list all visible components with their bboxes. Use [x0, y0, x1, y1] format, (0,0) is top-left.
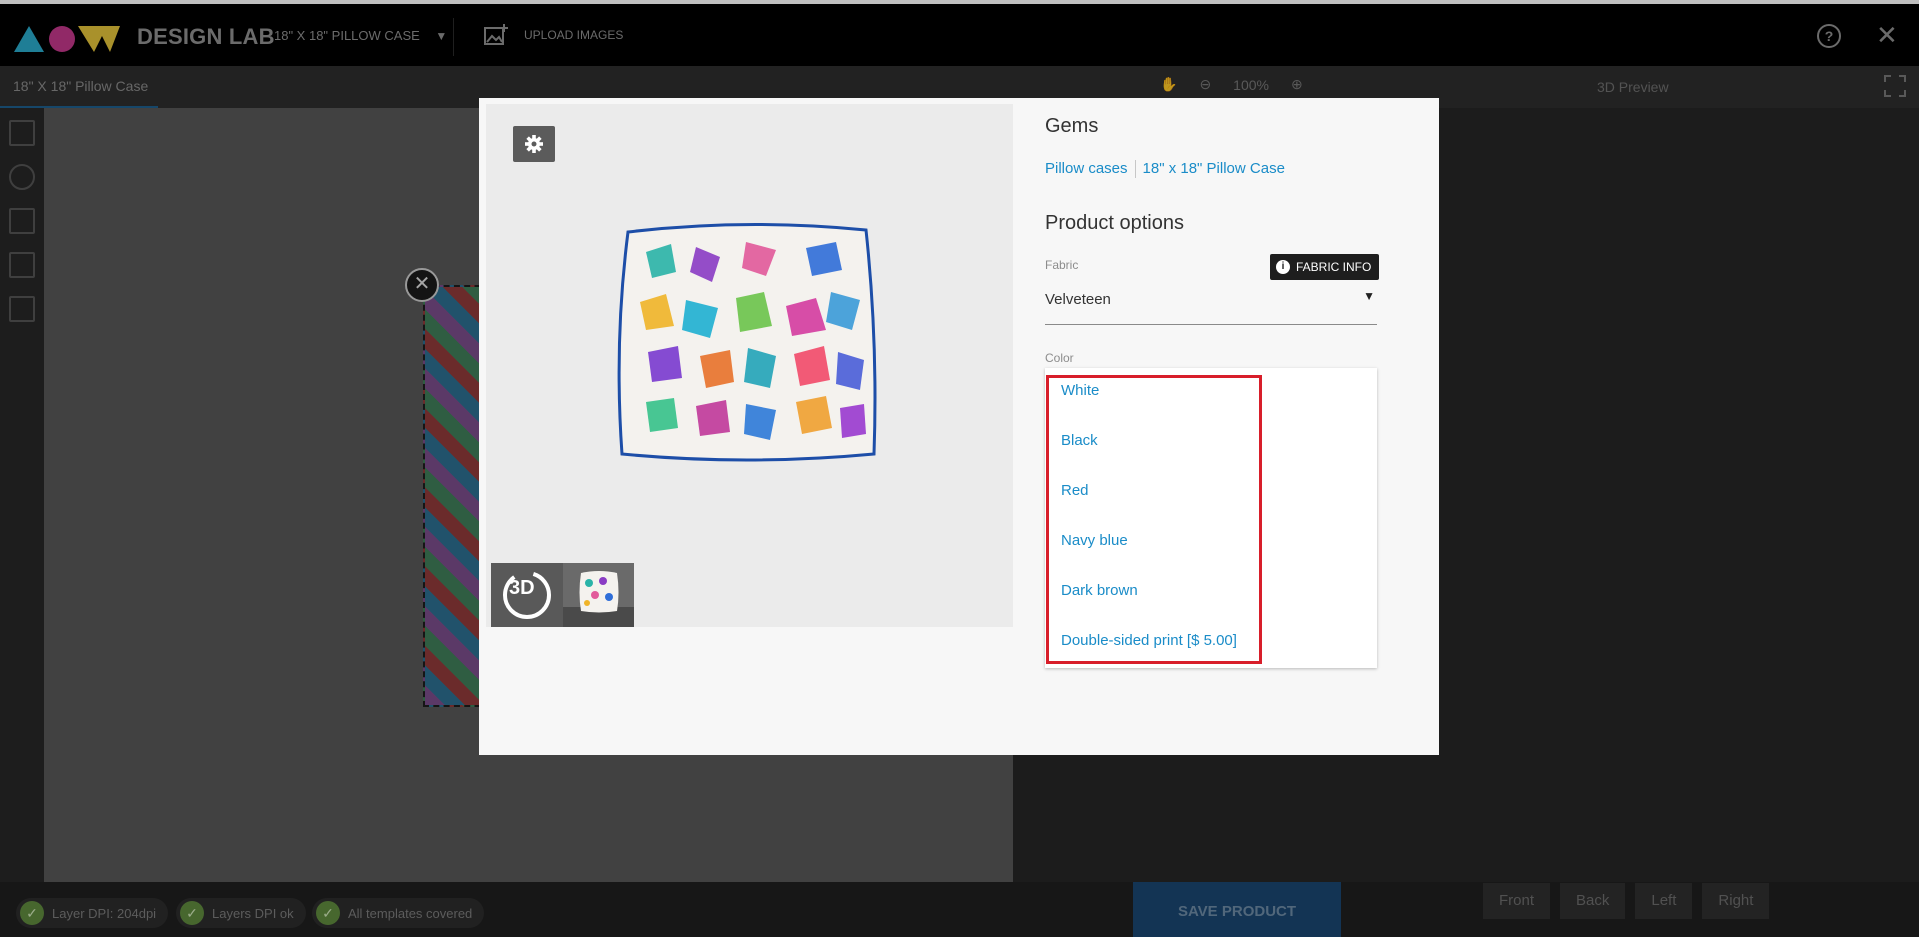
product-options-heading: Product options — [1045, 212, 1184, 234]
color-option-black[interactable]: Black — [1061, 432, 1098, 449]
color-options-highlight — [1046, 375, 1262, 664]
thumbnail-photo-view[interactable] — [563, 563, 634, 627]
fabric-label: Fabric — [1045, 258, 1079, 272]
breadcrumb: Pillow cases 18" x 18" Pillow Case — [1045, 160, 1285, 179]
color-option-white[interactable]: White — [1061, 382, 1099, 399]
color-option-dark-brown[interactable]: Dark brown — [1061, 582, 1138, 599]
design-lab-app: DESIGN LAB 18" X 18" PILLOW CASE ▼ UPLOA… — [0, 0, 1919, 937]
color-option-double-sided-print[interactable]: Double-sided print [$ 5.00] — [1061, 632, 1237, 649]
product-title: Gems — [1045, 115, 1099, 137]
fabric-info-button[interactable]: i FABRIC INFO — [1270, 254, 1380, 280]
pillow-thumbnail-image — [563, 571, 634, 627]
pillow-preview-image — [617, 222, 877, 462]
fabric-select-value: Velveteen — [1045, 291, 1111, 308]
fabric-info-label: FABRIC INFO — [1296, 260, 1372, 274]
product-gallery: 3D — [486, 104, 1013, 627]
caret-down-icon: ▼ — [1363, 289, 1375, 303]
thumbnail-3d-label: 3D — [509, 577, 535, 599]
breadcrumb-separator — [1134, 160, 1136, 179]
gear-icon — [525, 135, 543, 153]
color-label: Color — [1045, 351, 1074, 365]
breadcrumb-pillow-cases[interactable]: Pillow cases — [1045, 160, 1128, 177]
settings-button[interactable] — [513, 126, 555, 162]
color-dropdown: White Black Red Navy blue Dark brown Dou… — [1045, 368, 1377, 668]
fabric-select[interactable]: Velveteen ▼ — [1045, 287, 1377, 325]
product-modal: 3D Gems Pillow cases 18" x 18" Pillow Cas… — [479, 98, 1439, 755]
color-option-red[interactable]: Red — [1061, 482, 1089, 499]
info-icon: i — [1276, 260, 1290, 274]
thumbnail-3d-view[interactable]: 3D — [491, 563, 563, 627]
breadcrumb-pillow-case-size[interactable]: 18" x 18" Pillow Case — [1143, 160, 1285, 177]
color-option-navy-blue[interactable]: Navy blue — [1061, 532, 1128, 549]
